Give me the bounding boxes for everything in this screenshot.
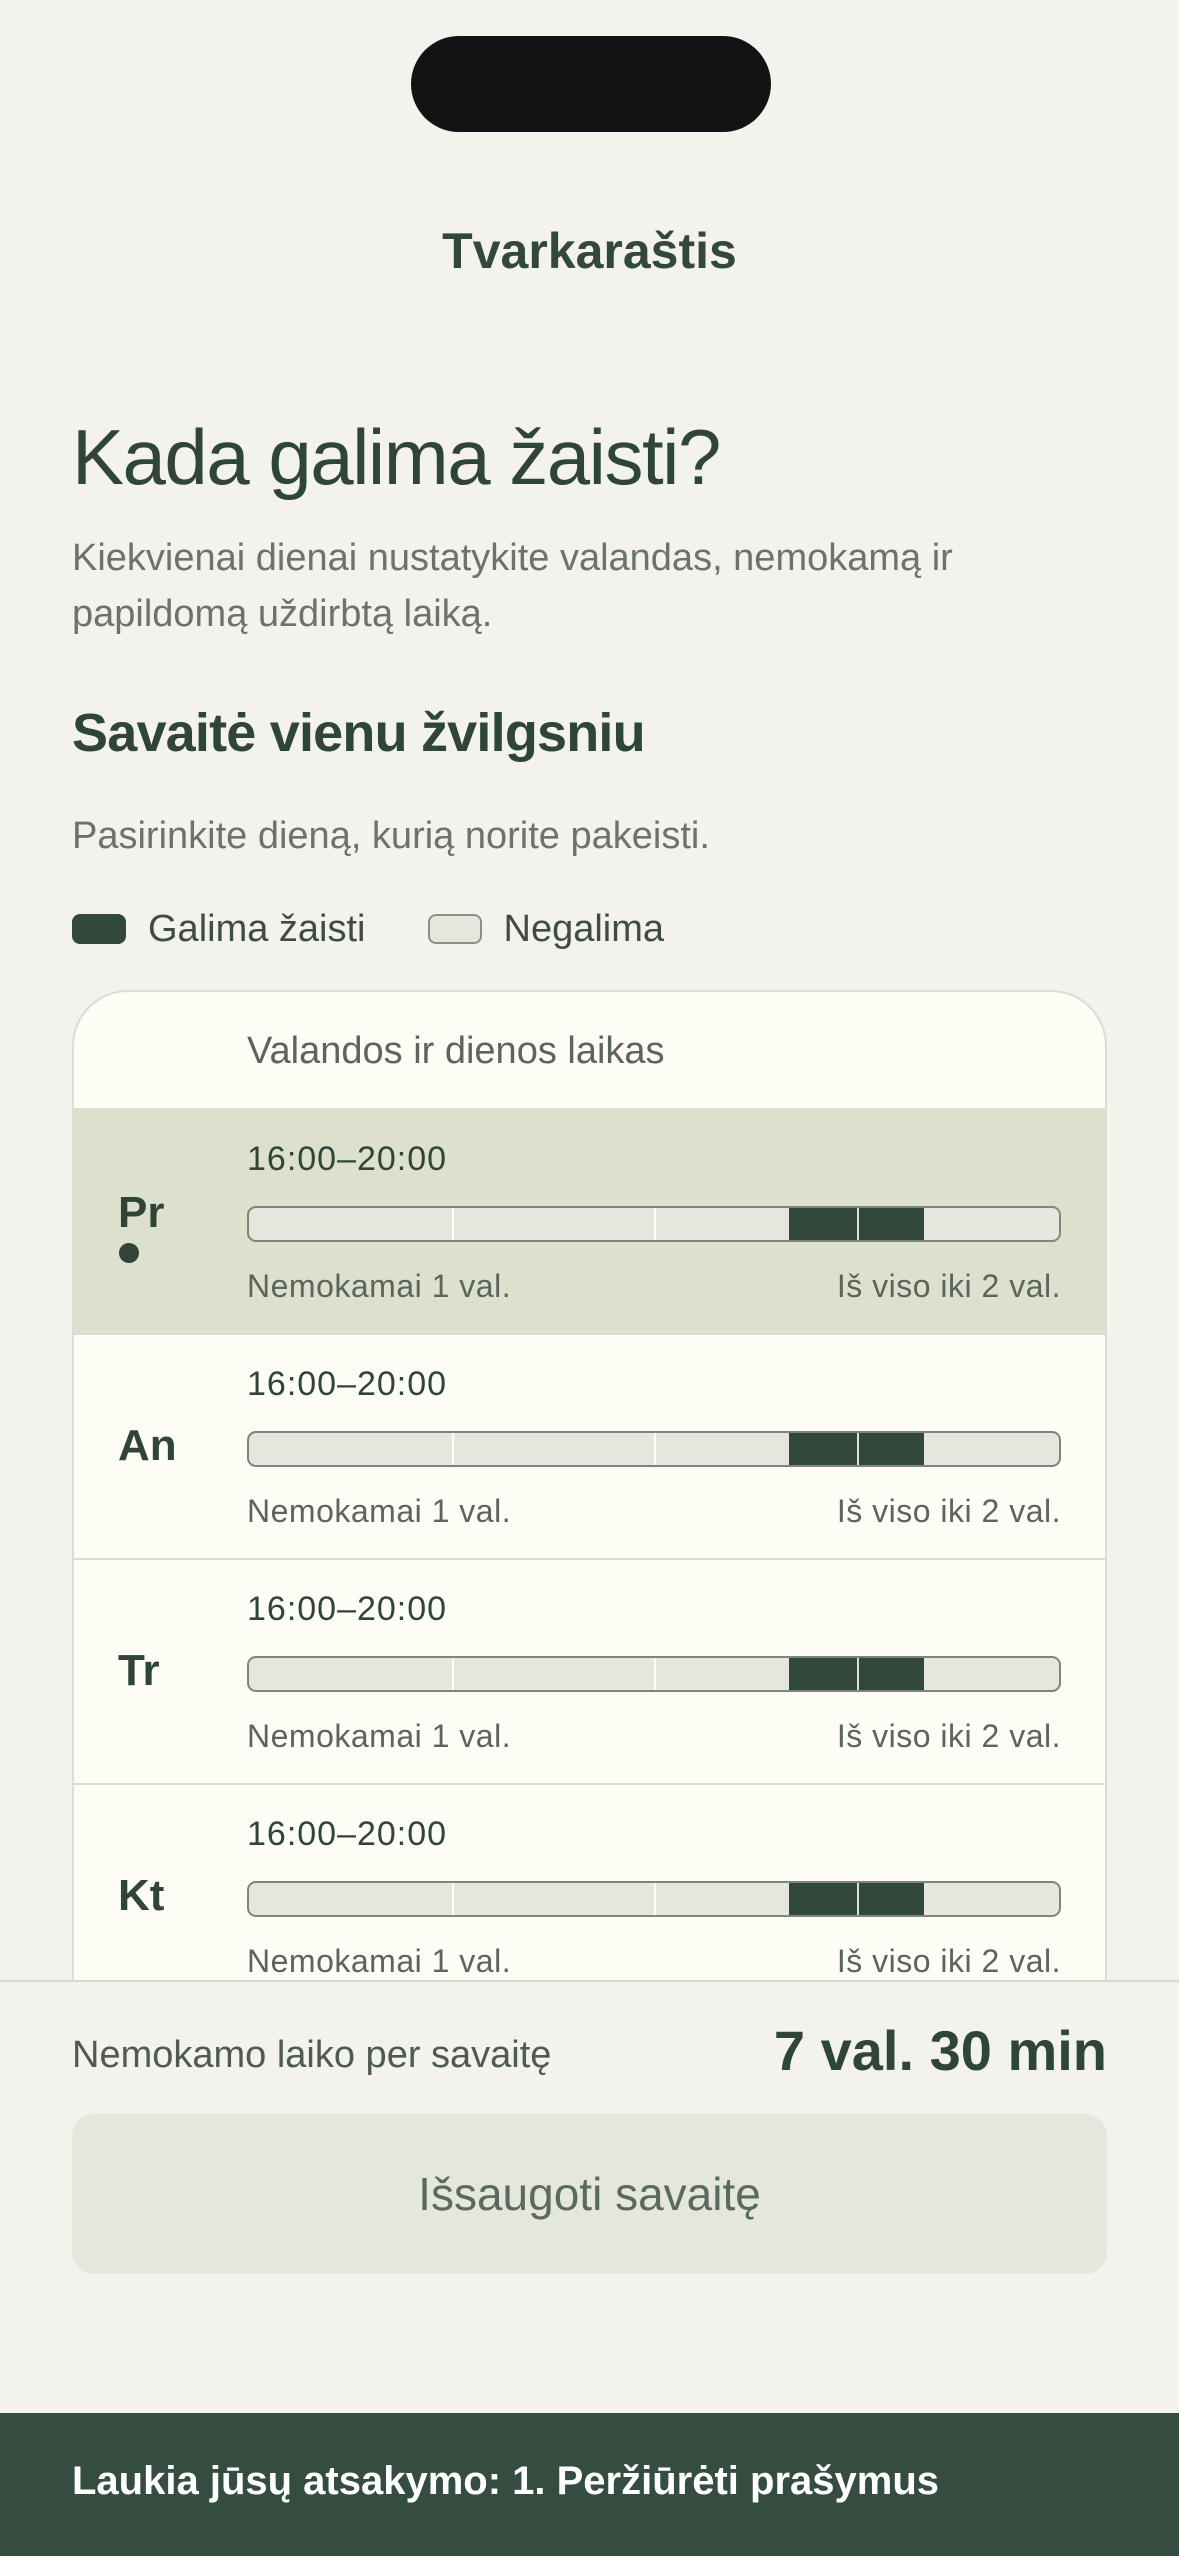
pending-requests-banner[interactable]: Laukia jūsų atsakymo: 1. Peržiūrėti praš… <box>0 2413 1179 2556</box>
pending-requests-text: Laukia jūsų atsakymo: 1. Peržiūrėti praš… <box>72 2459 940 2503</box>
bar-tick <box>654 1208 656 1240</box>
selected-day-dot-icon <box>119 1243 139 1263</box>
day-row[interactable]: Kt 16:00–20:00 Nemokamai 1 val. Iš viso iki… <box>74 1785 1105 2010</box>
day-free-time: Nemokamai 1 val. <box>247 1493 512 1529</box>
day-availability-bar <box>247 1881 1061 1917</box>
bottom-panel: Nemokamo laiko per savaitę 7 val. 30 min… <box>0 1980 1179 2412</box>
day-total-time: Iš viso iki 2 val. <box>836 1493 1061 1529</box>
day-time-range: 16:00–20:00 <box>247 1140 448 1178</box>
day-label: Tr <box>118 1646 160 1695</box>
nav-title: Tvarkaraštis <box>442 223 737 279</box>
schedule-table-header: Valandos ir dienos laikas <box>74 992 1105 1110</box>
legend: Galima žaisti Negalima <box>72 906 726 952</box>
bar-tick <box>451 1433 454 1465</box>
weekly-free-time-label: Nemokamo laiko per savaitę <box>72 2034 552 2076</box>
day-free-time: Nemokamai 1 val. <box>247 1943 512 1979</box>
unavailable-swatch <box>427 914 482 944</box>
segment-divider <box>856 1883 859 1915</box>
day-row[interactable]: An 16:00–20:00 Nemokamai 1 val. Iš viso iki… <box>74 1335 1105 1560</box>
legend-available: Galima žaisti <box>72 908 366 951</box>
day-label: Kt <box>118 1871 165 1920</box>
day-row[interactable]: Tr 16:00–20:00 Nemokamai 1 val. Iš viso iki… <box>74 1560 1105 1785</box>
day-time-range: 16:00–20:00 <box>247 1815 448 1853</box>
week-section-heading: Savaitė vienu žvilgsniu <box>72 703 646 763</box>
bar-tick <box>451 1208 454 1240</box>
week-section-hint: Pasirinkite dieną, kurią norite pakeisti… <box>72 815 710 857</box>
day-free-time: Nemokamai 1 val. <box>247 1718 512 1754</box>
bar-tick <box>654 1658 656 1690</box>
day-availability-bar <box>247 1656 1061 1692</box>
bar-tick <box>654 1883 656 1915</box>
day-row[interactable]: Pr 16:00–20:00 Nemokamai 1 val. Iš viso iki… <box>74 1110 1105 1335</box>
day-label: Pr <box>118 1188 165 1237</box>
segment-divider <box>856 1208 859 1240</box>
bar-tick <box>451 1658 454 1690</box>
day-total-time: Iš viso iki 2 val. <box>836 1943 1061 1979</box>
day-time-range: 16:00–20:00 <box>247 1365 448 1403</box>
day-free-time: Nemokamai 1 val. <box>247 1268 512 1304</box>
day-availability-bar <box>247 1206 1061 1242</box>
page-heading: Kada galima žaisti? <box>72 413 721 501</box>
schedule-column-title: Valandos ir dienos laikas <box>247 1030 665 1072</box>
day-total-time: Iš viso iki 2 val. <box>836 1718 1061 1754</box>
dynamic-island <box>411 36 771 132</box>
day-availability-bar <box>247 1431 1061 1467</box>
segment-divider <box>856 1658 859 1690</box>
legend-available-label: Galima žaisti <box>148 907 366 950</box>
day-total-time: Iš viso iki 2 val. <box>836 1268 1061 1304</box>
bar-tick <box>654 1433 656 1465</box>
legend-unavailable: Negalima <box>427 907 665 951</box>
day-time-range: 16:00–20:00 <box>247 1590 448 1628</box>
bar-tick <box>451 1883 454 1915</box>
weekly-free-time-value: 7 val. 30 min <box>773 2019 1107 2082</box>
available-swatch <box>72 914 126 944</box>
day-rows: Pr 16:00–20:00 Nemokamai 1 val. Iš viso iki… <box>74 1110 1105 2010</box>
legend-unavailable-label: Negalima <box>503 907 665 950</box>
page-subtitle: Kiekvienai dienai nustatykite valandas, … <box>72 537 953 635</box>
day-label: An <box>118 1421 177 1470</box>
segment-divider <box>856 1433 859 1465</box>
save-week-button[interactable]: Išsaugoti savaitę <box>72 2114 1107 2274</box>
